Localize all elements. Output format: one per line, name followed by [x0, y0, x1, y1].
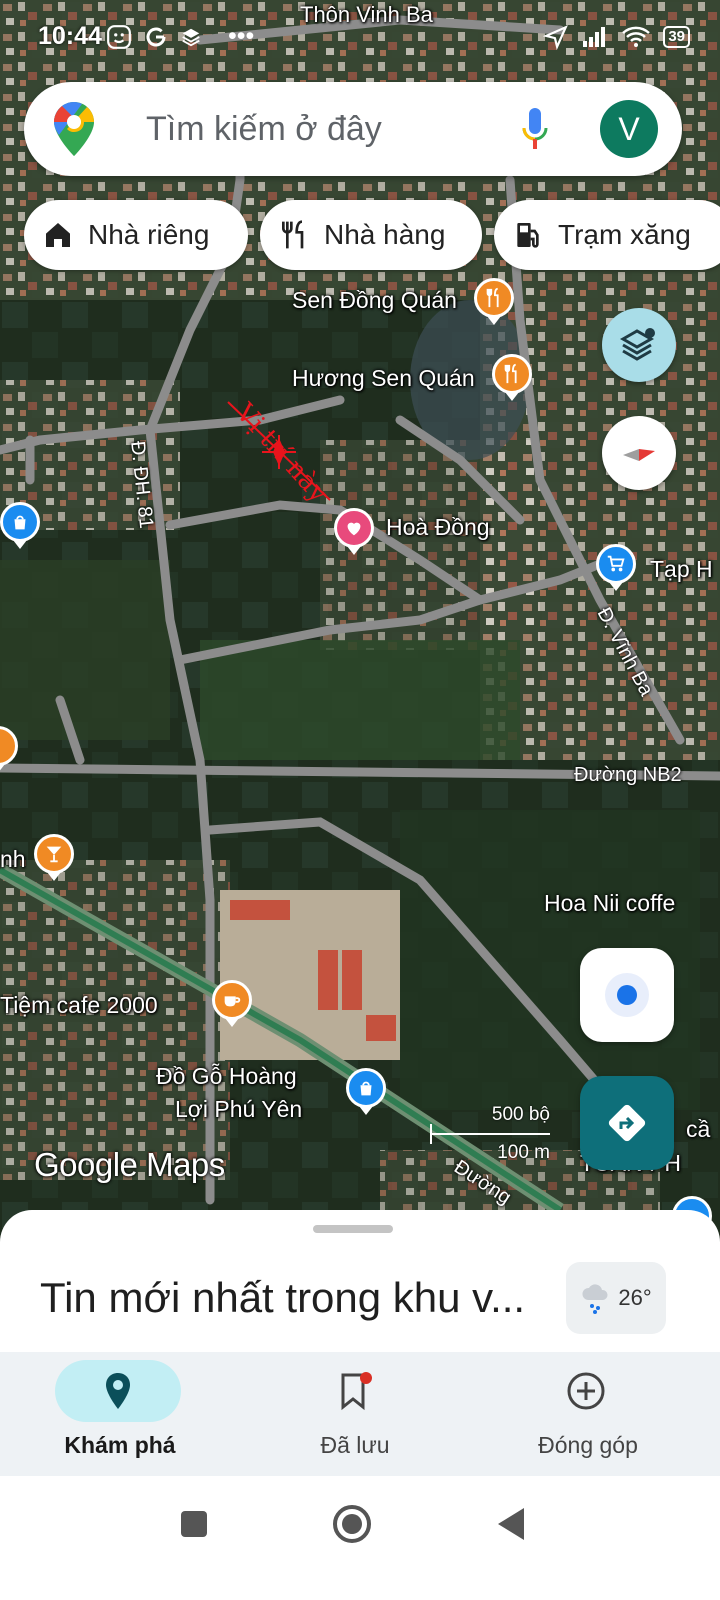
- clock: 10:44: [38, 22, 102, 50]
- google-maps-pin-icon: [54, 102, 94, 156]
- shopping-bag-icon: [14, 515, 26, 530]
- nav-saved[interactable]: Đã lưu: [235, 1352, 475, 1476]
- wifi-icon: [622, 26, 651, 47]
- directions-icon: [608, 1104, 646, 1142]
- search-placeholder[interactable]: Tìm kiếm ở đây: [146, 110, 382, 149]
- restaurant-icon: [486, 287, 499, 308]
- shopping-bag-icon: [360, 1081, 372, 1096]
- weather-temperature: 26°: [618, 1285, 652, 1310]
- heart-icon: [347, 522, 361, 536]
- battery-indicator: 39: [663, 26, 690, 48]
- my-location-button[interactable]: [580, 948, 674, 1042]
- chip-gas-station[interactable]: Trạm xăng: [494, 200, 720, 270]
- chip-home[interactable]: Nhà riêng: [24, 200, 248, 270]
- nav-explore[interactable]: Khám phá: [0, 1352, 240, 1476]
- map-layers-button[interactable]: [602, 308, 676, 382]
- shopping-pin-left[interactable]: [0, 502, 40, 549]
- rain-cloud-icon: [582, 1284, 608, 1314]
- explore-pin-icon: [106, 1373, 130, 1409]
- sheet-drag-handle[interactable]: [313, 1225, 393, 1233]
- place-nh[interactable]: nh: [0, 846, 26, 873]
- place-tap-hoa[interactable]: Tạp H: [650, 556, 713, 583]
- account-avatar[interactable]: V: [600, 100, 658, 158]
- scale-tick: [430, 1124, 432, 1144]
- smiley-notification-icon: [107, 24, 131, 49]
- nav-explore-indicator: [55, 1360, 181, 1422]
- cafe-pin[interactable]: [212, 980, 252, 1027]
- place-huong-sen-quan[interactable]: Hương Sen Quán: [292, 365, 475, 392]
- shopping-cart-icon: [607, 555, 625, 572]
- google-maps-logo: Google Maps: [34, 1146, 225, 1183]
- chip-home-label: Nhà riêng: [88, 219, 210, 250]
- saved-notification-dot: [360, 1372, 372, 1384]
- location-arrow-icon: [543, 25, 569, 50]
- chip-restaurant[interactable]: Nhà hàng: [260, 200, 482, 270]
- place-hoa-nii-coffee[interactable]: Hoa Nii coffe: [544, 890, 675, 917]
- road-nb2: Đường NB2: [574, 764, 682, 786]
- place-do-go-line1[interactable]: Đồ Gỗ Hoàng: [156, 1063, 297, 1090]
- compass-button[interactable]: [602, 416, 676, 490]
- place-hoa-dong[interactable]: Hoà Đồng: [386, 514, 490, 541]
- weather-chip[interactable]: 26°: [566, 1262, 666, 1334]
- layers-notification-icon: [182, 28, 200, 46]
- restaurant-pin-sen-dong[interactable]: [474, 278, 514, 325]
- add-circle-icon: [567, 1372, 605, 1410]
- bottom-sheet[interactable]: Tin mới nhất trong khu v... 26°: [0, 1210, 720, 1352]
- signal-icon: [583, 27, 606, 47]
- bar-pin[interactable]: [34, 834, 74, 881]
- cart-pin-tap-hoa[interactable]: [596, 544, 636, 591]
- chip-gas-station-label: Trạm xăng: [558, 219, 691, 250]
- scale-meters: 100 m: [497, 1142, 550, 1163]
- scale-feet: 500 bộ: [491, 1104, 550, 1125]
- home-button[interactable]: [332, 1504, 372, 1544]
- shopping-pin-do-go[interactable]: [346, 1068, 386, 1115]
- heart-pin-hoa-dong[interactable]: [334, 508, 374, 555]
- restaurant-icon: [282, 220, 304, 249]
- nav-contribute-label: Đóng góp: [538, 1432, 638, 1458]
- place-sen-dong-quan[interactable]: Sen Đồng Quán: [292, 287, 457, 314]
- nav-contribute[interactable]: Đóng góp: [468, 1352, 708, 1476]
- layers-icon: [619, 328, 655, 361]
- home-icon: [46, 223, 70, 247]
- google-notification-icon: [146, 27, 166, 46]
- directions-button[interactable]: [580, 1076, 674, 1170]
- coffee-cup-icon: [224, 996, 241, 1007]
- place-do-go-line2[interactable]: Lợi Phú Yên: [175, 1096, 302, 1123]
- cocktail-icon: [46, 846, 62, 863]
- nav-explore-label: Khám phá: [64, 1432, 176, 1458]
- scale-bar: [430, 1133, 550, 1135]
- more-notifications-icon: •••: [228, 22, 255, 50]
- place-ca[interactable]: cầ: [686, 1116, 710, 1143]
- search-bar[interactable]: Tìm kiếm ở đây V: [24, 82, 682, 176]
- status-bar: 10:44 ••• 39: [0, 0, 720, 78]
- map-scale: 500 bộ 100 m: [430, 1104, 550, 1164]
- nav-contribute-indicator: [523, 1360, 649, 1422]
- restaurant-pin-huong-sen[interactable]: [492, 354, 532, 401]
- my-location-icon: [605, 973, 649, 1017]
- restaurant-icon: [504, 363, 517, 384]
- nav-saved-label: Đã lưu: [320, 1432, 390, 1458]
- gas-station-icon: [517, 223, 539, 248]
- chip-restaurant-label: Nhà hàng: [324, 219, 446, 250]
- compass-icon: [623, 449, 655, 461]
- sheet-title[interactable]: Tin mới nhất trong khu v...: [40, 1274, 525, 1322]
- system-navigation-bar: [0, 1476, 720, 1600]
- recent-apps-button[interactable]: [178, 1508, 210, 1540]
- bottom-navigation: Khám phá Đã lưu Đóng góp: [0, 1352, 720, 1476]
- place-tiem-cafe[interactable]: Tiệm cafe 2000: [0, 992, 158, 1019]
- voice-search-icon[interactable]: [522, 108, 548, 150]
- back-button[interactable]: [496, 1506, 528, 1542]
- nav-saved-indicator: [290, 1360, 416, 1422]
